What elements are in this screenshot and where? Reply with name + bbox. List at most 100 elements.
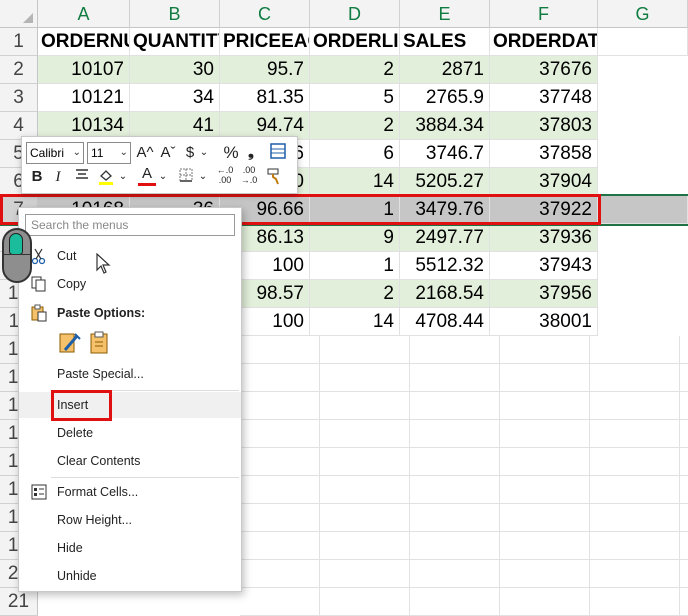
menu-item-hide[interactable]: Hide <box>19 535 241 561</box>
header-cell[interactable]: PRICEEAC <box>220 28 310 56</box>
empty-cell[interactable] <box>598 28 688 56</box>
data-cell[interactable]: 2 <box>310 56 400 84</box>
chevron-down-icon[interactable]: ⌄ <box>118 167 128 187</box>
row-header[interactable]: 2 <box>0 56 38 84</box>
italic-icon[interactable]: I <box>50 167 66 187</box>
menu-item-label: Cut <box>57 249 77 263</box>
chevron-down-icon[interactable]: ⌄ <box>158 167 168 187</box>
font-size-box[interactable]: 11 ⌄ <box>87 142 131 164</box>
currency-icon[interactable]: $ <box>182 143 198 163</box>
menu-item-label: Hide <box>57 541 83 555</box>
data-cell[interactable]: 5205.27 <box>400 168 490 196</box>
data-cell[interactable]: 3884.34 <box>400 112 490 140</box>
menu-item-delete[interactable]: Delete <box>19 420 241 446</box>
menu-item-label: Row Height... <box>57 513 133 527</box>
menu-item-label: Delete <box>57 426 94 440</box>
header-cell[interactable]: SALES <box>400 28 490 56</box>
data-cell[interactable]: 10107 <box>38 56 130 84</box>
paste-icon[interactable] <box>87 330 113 356</box>
empty-grid-area[interactable] <box>240 336 688 616</box>
mouse-pointer-icon <box>96 253 111 274</box>
menu-item-label: Unhide <box>57 569 97 583</box>
chevron-down-icon[interactable]: ⌄ <box>199 143 209 163</box>
insert-highlight-annotation <box>51 390 112 421</box>
menu-item-unhide[interactable]: Unhide <box>19 563 241 589</box>
data-cell[interactable]: 95.7 <box>220 56 310 84</box>
shrink-font-icon[interactable]: Aˇ <box>158 143 178 163</box>
data-cell[interactable]: 2 <box>310 280 400 308</box>
increase-decimal-icon[interactable]: ←.0 .00 <box>214 165 236 185</box>
column-header-b[interactable]: B <box>130 0 220 28</box>
data-cell[interactable]: 14 <box>310 168 400 196</box>
menu-search-input[interactable]: Search the menus <box>25 214 235 236</box>
header-cell[interactable]: ORDERLIN <box>310 28 400 56</box>
data-cell[interactable]: 81.35 <box>220 84 310 112</box>
header-cell[interactable]: ORDERDATE <box>490 28 598 56</box>
menu-item-cut[interactable]: Cut <box>19 243 241 269</box>
format-painter-icon[interactable] <box>264 167 284 191</box>
fill-color-icon[interactable] <box>96 167 116 191</box>
data-cell[interactable]: 37943 <box>490 252 598 280</box>
menu-item-paste-special[interactable]: Paste Special... <box>19 361 241 387</box>
format-table-icon[interactable] <box>268 143 288 165</box>
context-menu: Search the menus Cut Copy Paste Options:… <box>18 207 242 592</box>
menu-item-copy[interactable]: Copy <box>19 271 241 297</box>
data-cell[interactable]: 14 <box>310 308 400 336</box>
data-cell[interactable]: 1 <box>310 252 400 280</box>
data-cell[interactable]: 3746.7 <box>400 140 490 168</box>
data-cell-selected[interactable] <box>598 196 688 224</box>
data-cell[interactable]: 4708.44 <box>400 308 490 336</box>
column-header-e[interactable]: E <box>400 0 490 28</box>
header-cell[interactable]: QUANTITY <box>130 28 220 56</box>
data-cell[interactable]: 2 <box>310 112 400 140</box>
data-cell[interactable]: 37904 <box>490 168 598 196</box>
menu-item-label: Paste Options: <box>57 306 146 320</box>
data-cell[interactable]: 37803 <box>490 112 598 140</box>
align-center-icon[interactable] <box>72 167 92 189</box>
column-header-c[interactable]: C <box>220 0 310 28</box>
header-cell[interactable]: ORDERNU <box>38 28 130 56</box>
data-cell[interactable]: 37956 <box>490 280 598 308</box>
data-cell[interactable]: 37676 <box>490 56 598 84</box>
decrease-decimal-icon[interactable]: .00 →.0 <box>238 165 260 185</box>
clipboard-icon <box>30 304 48 322</box>
borders-icon[interactable] <box>176 167 196 189</box>
menu-item-label: Clear Contents <box>57 454 141 468</box>
column-header-d[interactable]: D <box>310 0 400 28</box>
data-cell[interactable]: 2871 <box>400 56 490 84</box>
column-header-f[interactable]: F <box>490 0 598 28</box>
data-cell[interactable]: 37858 <box>490 140 598 168</box>
font-name-box[interactable]: Calibri ⌄ <box>26 142 84 164</box>
bold-icon[interactable]: B <box>28 167 46 187</box>
data-cell[interactable]: 37936 <box>490 224 598 252</box>
data-cell[interactable]: 34 <box>130 84 220 112</box>
data-cell[interactable]: 2497.77 <box>400 224 490 252</box>
comma-style-icon[interactable]: ❟ <box>244 143 258 163</box>
menu-item-row-height[interactable]: Row Height... <box>19 507 241 533</box>
data-cell[interactable]: 6 <box>310 140 400 168</box>
menu-item-label: Paste Special... <box>57 367 144 381</box>
select-all-corner[interactable] <box>0 0 38 28</box>
font-color-icon[interactable]: A <box>138 165 156 186</box>
grow-font-icon[interactable]: A^ <box>135 143 155 163</box>
menu-item-clear-contents[interactable]: Clear Contents <box>19 448 241 474</box>
data-cell[interactable]: 38001 <box>490 308 598 336</box>
data-cell[interactable]: 5 <box>310 84 400 112</box>
data-cell[interactable]: 10121 <box>38 84 130 112</box>
menu-item-format-cells[interactable]: Format Cells... <box>19 479 241 505</box>
row-header[interactable]: 3 <box>0 84 38 112</box>
data-cell[interactable]: 37748 <box>490 84 598 112</box>
chevron-down-icon[interactable]: ⌄ <box>198 167 208 187</box>
paste-formatting-icon[interactable] <box>57 330 83 356</box>
data-cell[interactable]: 2765.9 <box>400 84 490 112</box>
row-header[interactable]: 21 <box>0 588 38 616</box>
data-cell[interactable]: 30 <box>130 56 220 84</box>
percent-icon[interactable]: % <box>220 143 242 163</box>
row-header[interactable]: 1 <box>0 28 38 56</box>
data-cell[interactable]: 9 <box>310 224 400 252</box>
column-header-a[interactable]: A <box>38 0 130 28</box>
copy-icon <box>30 275 48 293</box>
data-cell[interactable]: 5512.32 <box>400 252 490 280</box>
data-cell[interactable]: 2168.54 <box>400 280 490 308</box>
column-header-g[interactable]: G <box>598 0 688 28</box>
